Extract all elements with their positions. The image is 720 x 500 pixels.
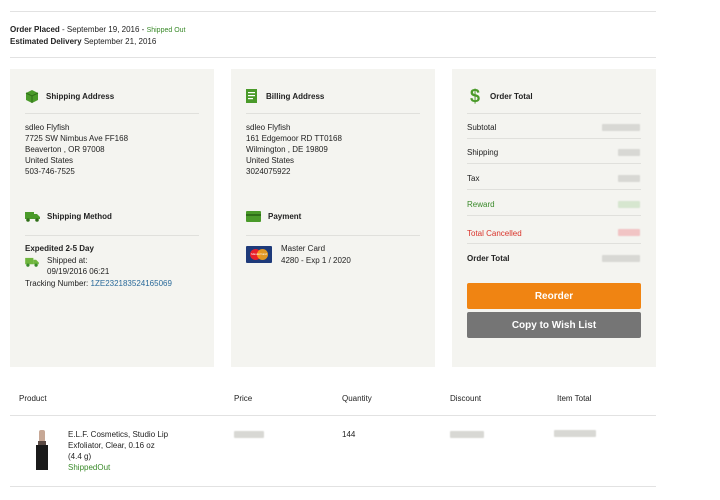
address-line: United States (25, 156, 74, 165)
shipped-at-label: Shipped at: (47, 256, 88, 265)
order-total-value-redacted (602, 255, 640, 262)
mastercard-logo: MasterCard (246, 246, 272, 263)
address-line: Wilmington , DE 19809 (246, 145, 328, 154)
payment-title: Payment (268, 212, 302, 221)
shipping-address-title: Shipping Address (46, 91, 115, 101)
divider (467, 215, 641, 216)
divider (467, 163, 641, 164)
address-line: sdleo Flyfish (25, 123, 70, 132)
column-header-discount: Discount (450, 394, 482, 403)
total-cancelled-value-redacted (618, 229, 640, 236)
billing-address-title: Billing Address (266, 92, 325, 101)
divider (25, 235, 199, 236)
divider (246, 235, 420, 236)
subtotal-value-redacted (602, 124, 640, 131)
card-detail: 4280 - Exp 1 / 2020 (281, 256, 351, 265)
dollar-icon: $ (470, 86, 481, 106)
shipping-label: Shipping (467, 148, 499, 157)
product-name-line[interactable]: (4.4 g) (68, 451, 91, 462)
column-header-price: Price (234, 394, 253, 403)
reward-label: Reward (467, 200, 495, 209)
tracking-number-link[interactable]: 1ZE232183524165069 (91, 279, 172, 288)
order-total-heading: $ Order Total (470, 86, 533, 107)
tax-value-redacted (618, 175, 640, 182)
address-line: 161 Edgemoor RD TT0168 (246, 134, 342, 143)
shipping-value-redacted (618, 149, 640, 156)
price-value-redacted (234, 431, 264, 438)
box-icon (25, 89, 39, 103)
subtotal-label: Subtotal (467, 123, 497, 132)
divider (246, 113, 420, 114)
shipping-panel: Shipping Address sdleo Flyfish 7725 SW N… (10, 69, 214, 367)
shipping-address-heading: Shipping Address (25, 89, 114, 103)
truck-icon (25, 211, 40, 222)
estimated-delivery-date: September 21, 2016 (83, 37, 157, 46)
order-placed-line: Order Placed - September 19, 2016 - Ship… (10, 24, 185, 36)
product-name-line[interactable]: E.L.F. Cosmetics, Studio Lip (68, 429, 168, 440)
top-divider (10, 11, 656, 12)
shipping-method-name: Expedited 2-5 Day (25, 244, 94, 253)
billing-address-block: sdleo Flyfish 161 Edgemoor RD TT0168 Wil… (246, 122, 342, 177)
item-total-value-redacted (554, 430, 596, 437)
product-image[interactable] (35, 430, 49, 470)
mastercard-logo-text: MasterCard (251, 252, 267, 256)
total-cancelled-label: Total Cancelled (467, 229, 522, 238)
order-total-title: Order Total (490, 92, 533, 101)
product-name-line[interactable]: Exfoliator, Clear, 0.16 oz (68, 440, 155, 451)
copy-to-wish-list-button[interactable]: Copy to Wish List (467, 312, 641, 338)
shipping-method-title: Shipping Method (47, 212, 112, 221)
quantity-value: 144 (342, 430, 356, 439)
order-header: Order Placed - September 19, 2016 - Ship… (10, 24, 185, 47)
order-status: Shipped Out (146, 27, 186, 34)
column-header-product: Product (19, 394, 47, 403)
column-header-item-total: Item Total (557, 394, 592, 403)
header-divider (10, 57, 656, 58)
estimated-delivery-line: Estimated Delivery September 21, 2016 (10, 36, 185, 47)
divider (25, 113, 199, 114)
divider (467, 113, 641, 114)
address-line: Beaverton , OR 97008 (25, 145, 105, 154)
credit-card-icon (246, 211, 261, 222)
column-header-quantity: Quantity (342, 394, 372, 403)
card-type: Master Card (281, 244, 326, 253)
payment-heading: Payment (246, 211, 301, 222)
product-status: ShippedOut (68, 463, 111, 472)
address-line: 3024075922 (246, 167, 291, 176)
table-header-divider (10, 415, 656, 416)
shipped-at-value: 09/19/2016 06:21 (47, 267, 110, 276)
billing-address-heading: Billing Address (246, 89, 324, 104)
address-line: 503-746-7525 (25, 167, 75, 176)
shipping-address-block: sdleo Flyfish 7725 SW Nimbus Ave FF168 B… (25, 122, 128, 177)
divider (467, 189, 641, 190)
address-line: sdleo Flyfish (246, 123, 291, 132)
tracking-line: Tracking Number: 1ZE232183524165069 (25, 278, 172, 289)
order-placed-label: Order Placed (10, 25, 60, 34)
truck-icon (25, 257, 39, 269)
bottom-divider (10, 486, 656, 487)
reorder-button[interactable]: Reorder (467, 283, 641, 309)
divider (467, 138, 641, 139)
address-line: 7725 SW Nimbus Ave FF168 (25, 134, 129, 143)
billing-panel: Billing Address sdleo Flyfish 161 Edgemo… (231, 69, 435, 367)
address-line: United States (246, 156, 295, 165)
order-total-panel: $ Order Total Subtotal Shipping Tax Rewa… (452, 69, 656, 367)
shipping-method-heading: Shipping Method (25, 211, 112, 222)
discount-value-redacted (450, 431, 484, 438)
reward-value-redacted (618, 201, 640, 208)
tax-label: Tax (467, 174, 480, 183)
order-total-label: Order Total (467, 254, 510, 263)
tracking-label: Tracking Number: (25, 279, 89, 288)
document-icon (246, 89, 259, 104)
order-placed-date: - September 19, 2016 - (62, 25, 145, 34)
estimated-delivery-label: Estimated Delivery (10, 37, 82, 46)
divider (467, 243, 641, 244)
